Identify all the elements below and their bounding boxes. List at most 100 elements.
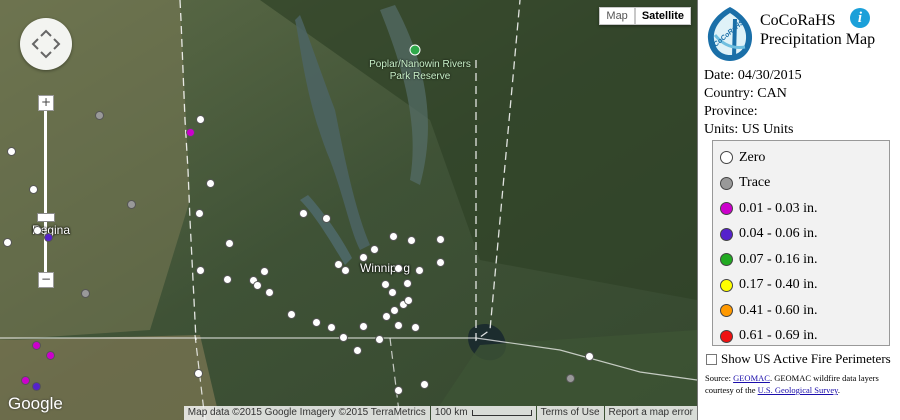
station-marker[interactable] [265,288,274,297]
station-marker[interactable] [394,321,403,330]
report-error-link[interactable]: Report a map error [604,406,697,420]
legend-item: 0.17 - 0.40 in. [720,273,889,299]
station-marker[interactable] [394,386,403,395]
station-marker[interactable] [253,281,262,290]
station-marker[interactable] [287,310,296,319]
station-marker[interactable] [312,318,321,327]
station-marker[interactable] [32,382,41,391]
station-marker[interactable] [411,323,420,332]
station-marker[interactable] [95,111,104,120]
scale-bar: 100 km [430,406,536,420]
usgs-link[interactable]: U.S. Geological Survey [758,385,838,395]
country-text: Country: CAN [704,86,787,101]
map-type-map-button[interactable]: Map [599,7,635,25]
legend-swatch [720,176,733,190]
zoom-slider-thumb[interactable] [37,213,55,222]
pan-control[interactable] [20,18,72,70]
station-marker[interactable] [260,267,269,276]
station-marker[interactable] [196,266,205,275]
station-marker[interactable] [322,214,331,223]
fire-perimeters-toggle[interactable]: Show US Active Fire Perimeters [706,351,891,367]
station-marker[interactable] [32,341,41,350]
station-marker[interactable] [225,239,234,248]
legend-panel: CoCoRaHS CoCoRaHS Precipitation Map i Da… [697,0,900,420]
station-marker[interactable] [299,209,308,218]
zoom-out-button[interactable]: − [38,272,54,288]
date-text: Date: 04/30/2015 [704,68,802,83]
station-marker[interactable] [29,185,38,194]
station-marker[interactable] [81,289,90,298]
station-marker[interactable] [404,296,413,305]
map-view[interactable]: Map Satellite + − Regina Winnipeg Poplar… [0,0,697,420]
terms-link[interactable]: Terms of Use [536,406,604,420]
legend-swatch [720,151,733,165]
legend-item: 0.07 - 0.16 in. [720,247,889,273]
legend-swatch [720,304,733,318]
legend-swatch [720,329,733,343]
station-marker[interactable] [339,333,348,342]
station-marker[interactable] [194,369,203,378]
scale-line [471,410,532,416]
zoom-slider-track[interactable] [44,108,47,273]
map-type-satellite-button[interactable]: Satellite [634,7,691,25]
station-marker[interactable] [353,346,362,355]
province-text: Province: [704,104,758,119]
legend-item: Zero [720,145,889,171]
station-marker[interactable] [359,253,368,262]
station-marker[interactable] [341,266,350,275]
map-meta: Date: 04/30/2015 Country: CAN Province: … [704,67,802,139]
station-marker[interactable] [407,236,416,245]
station-marker[interactable] [394,264,403,273]
station-marker[interactable] [196,115,205,124]
legend-item: Trace [720,171,889,197]
station-marker[interactable] [21,376,30,385]
station-marker[interactable] [327,323,336,332]
legend-item: 0.61 - 0.69 in. [720,324,889,350]
fire-perimeters-checkbox[interactable] [706,353,717,365]
station-marker[interactable] [436,258,445,267]
station-marker[interactable] [195,209,204,218]
station-marker[interactable] [390,306,399,315]
legend-label: 0.41 - 0.60 in. [739,302,818,318]
geomac-link[interactable]: GEOMAC [733,373,770,383]
station-marker[interactable] [389,232,398,241]
station-marker[interactable] [7,147,16,156]
station-marker[interactable] [420,380,429,389]
station-marker[interactable] [388,288,397,297]
legend-swatch [720,253,733,267]
info-icon[interactable]: i [850,8,870,28]
station-marker[interactable] [403,279,412,288]
station-marker[interactable] [359,322,368,331]
station-marker[interactable] [44,233,53,242]
station-marker[interactable] [33,226,42,235]
station-marker[interactable] [415,266,424,275]
source-prefix: Source: [705,373,734,383]
station-marker[interactable] [566,374,575,383]
station-marker[interactable] [127,200,136,209]
legend-label: 0.04 - 0.06 in. [739,226,818,242]
legend-swatch [720,227,733,241]
attribution-text: Map data ©2015 Google Imagery ©2015 Terr… [183,406,430,420]
legend-label: Trace [739,175,771,191]
station-marker[interactable] [46,351,55,360]
station-marker[interactable] [206,179,215,188]
station-marker[interactable] [370,245,379,254]
station-marker[interactable] [381,280,390,289]
map-type-control: Map Satellite [599,7,691,25]
station-marker[interactable] [375,335,384,344]
legend-label: 0.01 - 0.03 in. [739,200,818,216]
pan-arrows-icon [31,29,61,59]
station-marker[interactable] [3,238,12,247]
legend-item: 0.41 - 0.60 in. [720,298,889,324]
zoom-in-button[interactable]: + [38,95,54,111]
station-marker[interactable] [585,352,594,361]
station-marker[interactable] [436,235,445,244]
legend-label: 0.61 - 0.69 in. [739,328,818,344]
legend-item: 0.01 - 0.03 in. [720,196,889,222]
station-marker[interactable] [186,128,195,137]
legend-label: Zero [739,149,766,165]
source-note: Source: GEOMAC. GEOMAC wildfire data lay… [705,372,897,396]
station-marker[interactable] [382,312,391,321]
panel-title-line2: Precipitation Map [760,31,876,48]
station-marker[interactable] [223,275,232,284]
